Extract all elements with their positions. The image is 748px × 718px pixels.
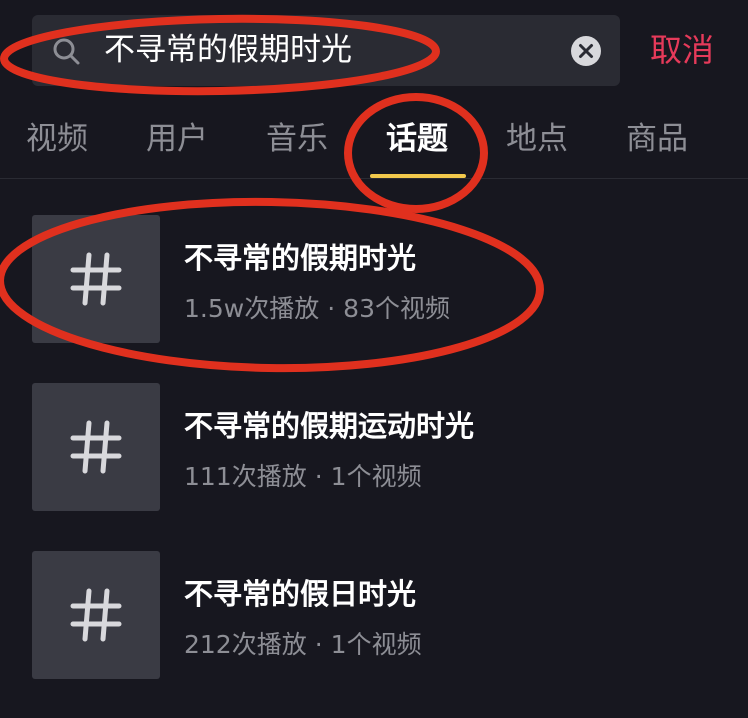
separator-dot: · (314, 630, 323, 659)
topic-stats: 212次播放 · 1个视频 (184, 625, 422, 661)
active-tab-indicator (370, 174, 466, 178)
topic-stats: 111次播放 · 1个视频 (184, 457, 422, 493)
tab-topics[interactable]: 话题 (386, 100, 448, 178)
hashtag-icon (70, 588, 122, 642)
topic-stats: 1.5w次播放 · 83个视频 (184, 289, 450, 325)
tab-products[interactable]: 商品 (626, 100, 688, 178)
separator-dot: · (327, 294, 336, 323)
video-count: 83个视频 (343, 294, 450, 323)
play-count: 1.5w次播放 (184, 294, 320, 323)
topic-thumbnail (32, 383, 160, 511)
topic-title: 不寻常的假日时光 (184, 577, 417, 611)
clear-icon[interactable] (570, 35, 602, 67)
topic-result-item[interactable]: 不寻常的假期时光 1.5w次播放 · 83个视频 (32, 215, 712, 343)
topic-title: 不寻常的假期运动时光 (184, 409, 475, 443)
play-count: 111次播放 (184, 462, 307, 491)
topic-title: 不寻常的假期时光 (184, 241, 417, 275)
topic-result-item[interactable]: 不寻常的假日时光 212次播放 · 1个视频 (32, 551, 712, 679)
hashtag-icon (70, 420, 122, 474)
tab-places[interactable]: 地点 (506, 100, 568, 178)
search-bar[interactable]: 不寻常的假期时光 (32, 15, 620, 86)
search-input[interactable]: 不寻常的假期时光 (104, 15, 352, 86)
tab-bar: 视频 用户 音乐 话题 地点 商品 (0, 100, 748, 179)
tab-music[interactable]: 音乐 (266, 100, 328, 178)
topic-thumbnail (32, 215, 160, 343)
search-icon (53, 38, 80, 65)
topic-thumbnail (32, 551, 160, 679)
cancel-button[interactable]: 取消 (650, 15, 714, 86)
video-count: 1个视频 (330, 630, 422, 659)
tab-users[interactable]: 用户 (146, 100, 208, 178)
separator-dot: · (314, 462, 323, 491)
video-count: 1个视频 (330, 462, 422, 491)
hashtag-icon (70, 252, 122, 306)
play-count: 212次播放 (184, 630, 307, 659)
topic-result-item[interactable]: 不寻常的假期运动时光 111次播放 · 1个视频 (32, 383, 712, 511)
tab-videos[interactable]: 视频 (26, 100, 88, 178)
